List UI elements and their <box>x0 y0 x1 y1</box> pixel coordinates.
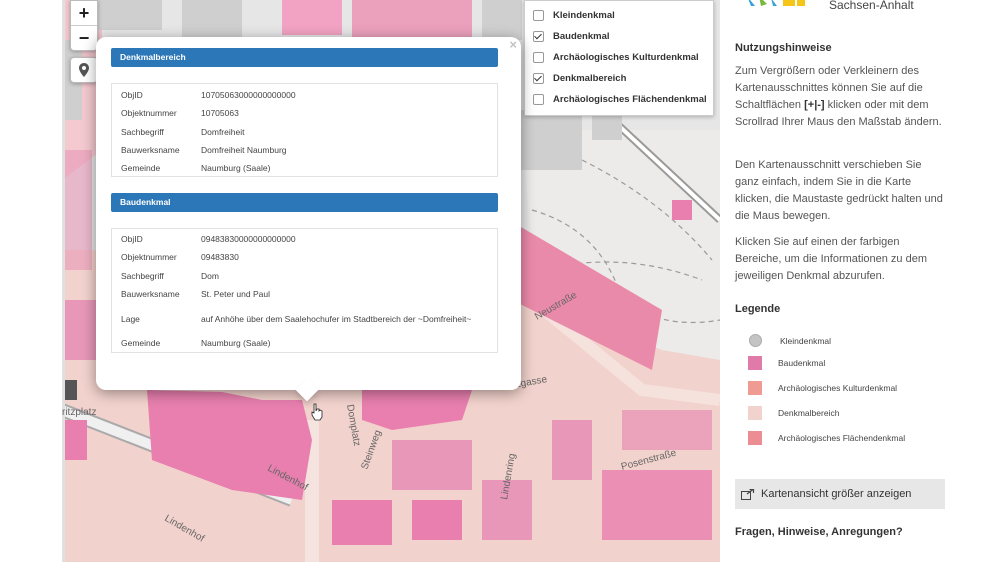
checkbox-checked[interactable] <box>533 31 544 42</box>
legend-label: Archäologisches Flächendenkmal <box>778 433 906 443</box>
section-header-baudenkmal: Baudenkmal <box>111 193 498 212</box>
layer-toggle-denkmalbereich[interactable]: Denkmalbereich <box>525 68 713 89</box>
sachsen-anhalt-logo-icon <box>748 0 805 6</box>
table-row: Sachbegriff Domfreiheit <box>112 122 497 141</box>
logo-text: Sachsen-Anhalt <box>829 0 914 12</box>
legend-swatch <box>748 381 762 395</box>
legend-swatch <box>748 431 762 445</box>
checkbox-checked[interactable] <box>533 73 544 84</box>
legend-item-arch-kulturdenkmal: Archäologisches Kulturdenkmal <box>748 381 897 395</box>
layer-label: Archäologisches Flächendenkmal <box>553 94 707 105</box>
legend-swatch <box>748 406 762 420</box>
table-row: Objektnummer 10705063 <box>112 104 497 122</box>
attr-value: St. Peter und Paul <box>201 289 270 299</box>
attr-value: 10705063000000000000 <box>201 90 296 100</box>
legend-label: Baudenkmal <box>778 358 826 368</box>
layer-label: Kleindenkmal <box>553 10 615 21</box>
layer-label: Baudenkmal <box>553 31 610 42</box>
table-row: ObjID 10705063000000000000 <box>112 86 497 104</box>
legend-label: Kleindenkmal <box>780 335 832 346</box>
usage-paragraph-1: Zum Vergrößern oder Verkleinern des Kart… <box>735 63 945 131</box>
attr-value: 10705063 <box>201 108 239 118</box>
layer-switcher: Kleindenkmal Baudenkmal Archäologisches … <box>524 0 714 116</box>
attr-key: Gemeinde <box>121 338 161 348</box>
feature-info-popup: × Denkmalbereich ObjID 107050630000000000… <box>96 37 521 402</box>
street-label: ritzplatz <box>62 407 96 418</box>
usage-paragraph-2: Den Kartenausschnitt verschieben Sie gan… <box>735 159 943 222</box>
layer-toggle-baudenkmal[interactable]: Baudenkmal <box>525 26 713 47</box>
layer-toggle-kleindenkmal[interactable]: Kleindenkmal <box>525 5 713 26</box>
zoom-in-button[interactable]: + <box>71 1 97 25</box>
checkbox[interactable] <box>533 10 544 21</box>
legend-swatch-circle <box>749 334 762 347</box>
attr-key: ObjID <box>121 234 143 244</box>
larger-map-button[interactable]: Kartenansicht größer anzeigen <box>735 479 945 509</box>
locate-button[interactable] <box>70 57 98 83</box>
layer-label: Archäologisches Kulturdenkmal <box>553 52 699 63</box>
hand-cursor-icon <box>311 403 323 421</box>
usage-paragraph-3: Klicken Sie auf einen der farbigen Berei… <box>735 236 927 282</box>
layer-label: Denkmalbereich <box>553 73 627 84</box>
legend-label: Denkmalbereich <box>778 408 840 418</box>
table-row: Bauwerksname St. Peter und Paul <box>112 285 497 303</box>
attr-value: 09483830000000000000 <box>201 234 296 244</box>
legend-item-baudenkmal: Baudenkmal <box>748 356 825 370</box>
attr-value: 09483830 <box>201 252 239 262</box>
usage-text-bold: [+|-] <box>804 99 825 111</box>
attr-value: Dom <box>201 270 219 281</box>
attr-key: Objektnummer <box>121 108 177 118</box>
attr-key: Bauwerksname <box>121 145 180 155</box>
attr-key: Objektnummer <box>121 252 177 262</box>
zoom-out-button[interactable]: − <box>71 25 97 50</box>
legend-label: Archäologisches Kulturdenkmal <box>778 383 898 393</box>
legend-swatch <box>748 356 762 370</box>
zoom-control: + − <box>70 0 98 51</box>
layer-toggle-arch-kulturdenkmal[interactable]: Archäologisches Kulturdenkmal <box>525 47 713 68</box>
attr-key: ObjID <box>121 90 143 100</box>
external-link-icon <box>741 488 755 500</box>
table-row: Sachbegriff Dom <box>112 266 497 285</box>
questions-heading: Fragen, Hinweise, Anregungen? <box>735 526 903 538</box>
table-row: ObjID 09483830000000000000 <box>112 230 497 248</box>
table-row: Lage auf Anhöhe über dem Saalehochufer im… <box>112 303 497 334</box>
legend-item-kleindenkmal: Kleindenkmal <box>748 334 831 347</box>
popup-close-button[interactable]: × <box>509 37 517 52</box>
checkbox[interactable] <box>533 52 544 63</box>
table-row: Gemeinde Naumburg (Saale) <box>112 159 497 177</box>
attr-key: Sachbegriff <box>121 270 164 281</box>
attr-value: auf Anhöhe über dem Saalehochufer im Sta… <box>201 313 472 324</box>
table-row: Bauwerksname Domfreiheit Naumburg <box>112 141 497 159</box>
attr-value: Domfreiheit <box>201 126 245 137</box>
legend-item-arch-flaechendenkmal: Archäologisches Flächendenkmal <box>748 431 905 445</box>
attr-key: Sachbegriff <box>121 126 164 137</box>
map-pin-icon <box>79 63 89 77</box>
table-row: Objektnummer 09483830 <box>112 248 497 266</box>
section-header-denkmalbereich: Denkmalbereich <box>111 48 498 67</box>
attr-value: Domfreiheit Naumburg <box>201 145 287 155</box>
attribute-table-baudenkmal: ObjID 09483830000000000000 Objektnummer 09… <box>111 228 498 353</box>
larger-map-label: Kartenansicht größer anzeigen <box>761 488 912 500</box>
legend-item-denkmalbereich: Denkmalbereich <box>748 406 839 420</box>
attr-key: Lage <box>121 313 140 324</box>
attr-key: Bauwerksname <box>121 289 180 299</box>
attr-value: Naumburg (Saale) <box>201 338 271 348</box>
attr-value: Naumburg (Saale) <box>201 163 271 173</box>
table-row: Gemeinde Naumburg (Saale) <box>112 334 497 352</box>
attr-key: Gemeinde <box>121 163 161 173</box>
state-logo: Sachsen-Anhalt <box>735 0 945 14</box>
usage-heading: Nutzungshinweise <box>735 42 832 54</box>
layer-toggle-arch-flaechendenkmal[interactable]: Archäologisches Flächendenkmal <box>525 89 713 110</box>
checkbox[interactable] <box>533 94 544 105</box>
attribute-table-denkmalbereich: ObjID 10705063000000000000 Objektnummer 10… <box>111 83 498 177</box>
legend-heading: Legende <box>735 303 781 315</box>
